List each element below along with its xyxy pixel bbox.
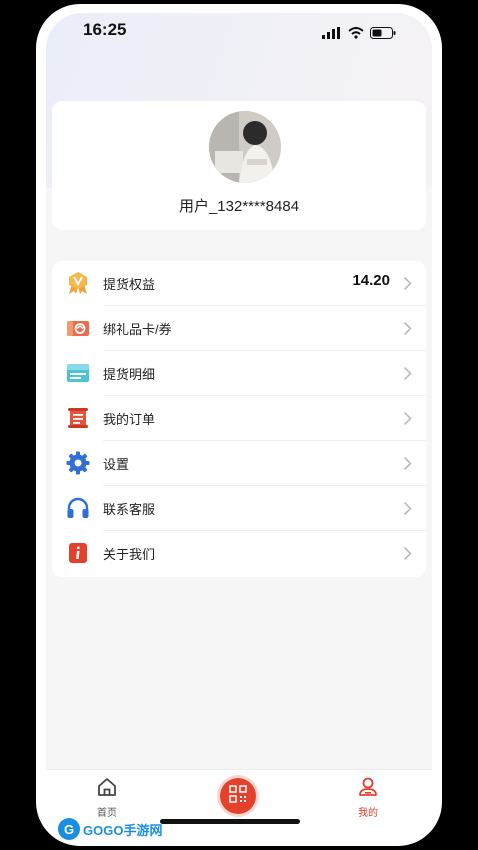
watermark-text: GOGO手游网 xyxy=(83,822,163,838)
badge-icon xyxy=(66,271,90,295)
chevron-right-icon xyxy=(403,411,412,426)
profile-card: 用户_132****8484 xyxy=(52,101,426,230)
info-icon xyxy=(66,541,90,565)
menu-item-customer-service[interactable]: 联系客服 xyxy=(52,486,426,531)
menu-item-pickup-details[interactable]: 提货明细 xyxy=(52,351,426,396)
gift-card-icon xyxy=(66,316,90,340)
scan-button[interactable] xyxy=(220,778,256,814)
menu-item-label: 设置 xyxy=(103,457,130,472)
battery-icon xyxy=(370,24,396,43)
tab-mine-label: 我的 xyxy=(358,808,378,819)
chevron-right-icon xyxy=(403,456,412,471)
menu-item-label: 绑礼品卡/券 xyxy=(103,322,172,337)
status-bar: 16:25 xyxy=(46,13,432,47)
home-indicator xyxy=(160,819,300,824)
home-icon xyxy=(96,778,118,802)
chevron-right-icon xyxy=(403,546,412,561)
menu-item-label: 提货明细 xyxy=(103,367,156,382)
menu-item-label: 联系客服 xyxy=(103,502,156,517)
menu-item-label: 关于我们 xyxy=(103,547,156,562)
headphones-icon xyxy=(66,496,90,520)
watermark-circle: G xyxy=(58,818,80,840)
avatar[interactable] xyxy=(209,111,281,183)
user-icon xyxy=(357,777,379,802)
scroll-icon xyxy=(66,406,90,430)
phone-frame: 16:25 用户_132****8484 提货权益 14.20 绑礼品卡/券 提… xyxy=(36,4,442,846)
menu-item-bind-gift-card[interactable]: 绑礼品卡/券 xyxy=(52,306,426,351)
chevron-right-icon xyxy=(403,366,412,381)
menu-item-pickup-rights[interactable]: 提货权益 14.20 xyxy=(52,261,426,306)
status-icons xyxy=(322,24,396,43)
wifi-icon xyxy=(348,24,364,43)
menu-list: 提货权益 14.20 绑礼品卡/券 提货明细 我的订单 设置 联系客服 关于我们 xyxy=(52,261,426,577)
status-time: 16:25 xyxy=(83,20,127,39)
tab-home-label: 首页 xyxy=(97,808,117,819)
menu-item-my-orders[interactable]: 我的订单 xyxy=(52,396,426,441)
gear-icon xyxy=(66,451,90,475)
chevron-right-icon xyxy=(403,321,412,336)
app-screen: 16:25 用户_132****8484 提货权益 14.20 绑礼品卡/券 提… xyxy=(46,13,432,837)
watermark-logo: G GOGO手游网 xyxy=(58,818,162,840)
chevron-right-icon xyxy=(403,501,412,516)
qr-code-icon xyxy=(229,785,247,807)
tab-home[interactable]: 首页 xyxy=(67,776,147,819)
tab-mine[interactable]: 我的 xyxy=(328,776,408,819)
pickup-rights-value: 14.20 xyxy=(352,272,390,289)
menu-item-about-us[interactable]: 关于我们 xyxy=(52,531,426,576)
menu-item-label: 提货权益 xyxy=(103,277,156,292)
cellular-signal-icon xyxy=(322,24,342,43)
menu-item-settings[interactable]: 设置 xyxy=(52,441,426,486)
username: 用户_132****8484 xyxy=(178,198,300,215)
ledger-icon xyxy=(66,361,90,385)
chevron-right-icon xyxy=(403,276,412,291)
menu-item-label: 我的订单 xyxy=(103,412,156,427)
